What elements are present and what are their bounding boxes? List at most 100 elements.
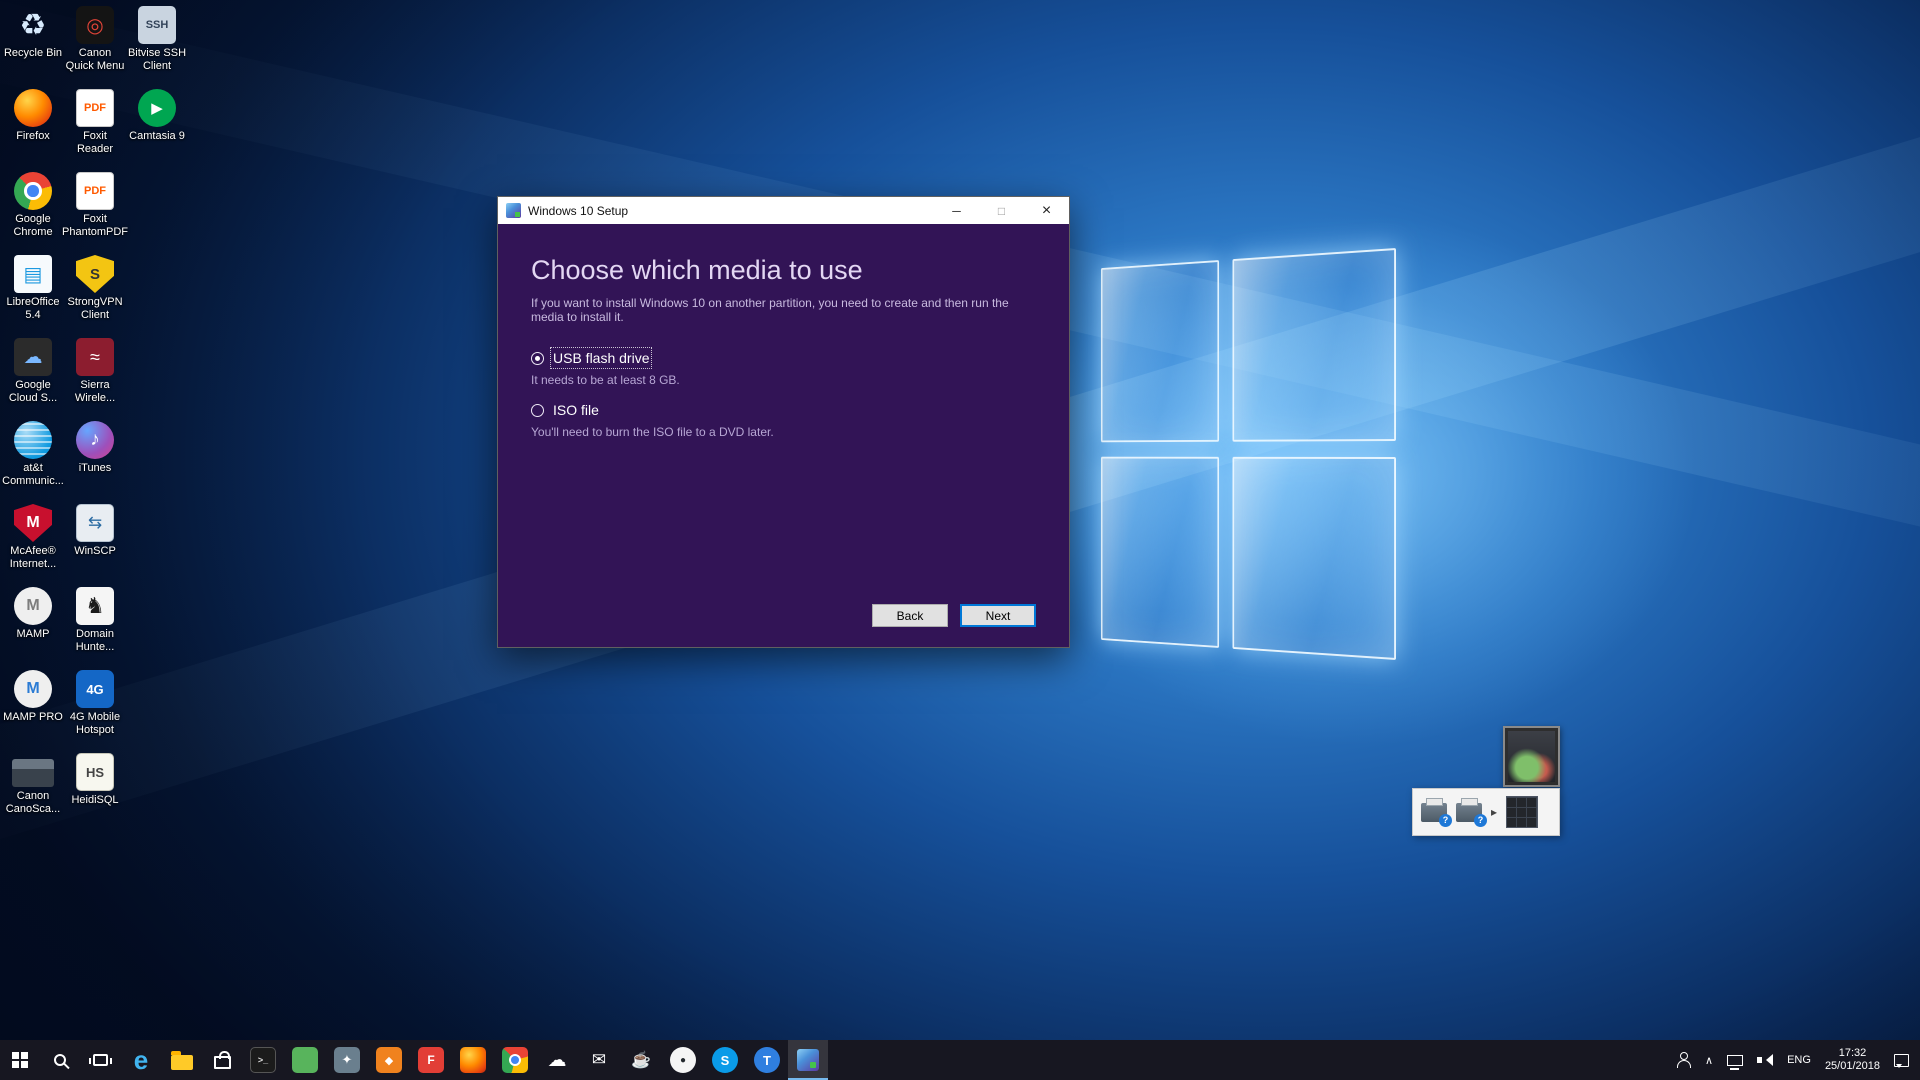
firefox-icon <box>14 89 52 127</box>
taskbar-app-cloud[interactable]: ☁ <box>536 1040 578 1080</box>
icon-label: WinSCP <box>74 545 116 557</box>
usb-radio-button[interactable] <box>531 351 544 365</box>
taskbar-app-edge[interactable]: e <box>120 1040 162 1080</box>
next-button[interactable]: Next <box>960 604 1036 627</box>
icon-label: StrongVPN Client <box>67 296 123 321</box>
maximize-button[interactable]: □ <box>979 197 1024 224</box>
desktop-icon-recycle-bin[interactable]: ♻ Recycle Bin <box>2 6 64 89</box>
desktop-icon-bitvise-ssh[interactable]: SSH Bitvise SSH Client <box>126 6 188 89</box>
sierra-wireless-icon: ≈ <box>76 338 114 376</box>
desktop-icon-google-chrome[interactable]: Google Chrome <box>2 172 64 255</box>
taskbar-app-round[interactable]: ● <box>662 1040 704 1080</box>
icon-label: MAMP <box>16 628 50 640</box>
close-button[interactable]: × <box>1024 197 1069 224</box>
java-app-icon: ☕ <box>631 1052 651 1069</box>
desktop-icon-foxit-reader[interactable]: PDF Foxit Reader <box>64 89 126 172</box>
file-explorer-icon <box>171 1050 193 1070</box>
action-center-button[interactable] <box>1887 1040 1916 1080</box>
canon-quick-menu-icon: ◎ <box>76 6 114 44</box>
desktop-icon-itunes[interactable]: ♪ iTunes <box>64 421 126 504</box>
desktop-icon-domain-hunter[interactable]: ♞ Domain Hunte... <box>64 587 126 670</box>
edge-icon: e <box>133 1044 149 1075</box>
usb-option-label[interactable]: USB flash drive <box>549 347 653 369</box>
taskbar-app-windows-10-setup[interactable] <box>788 1040 828 1080</box>
window-title: Windows 10 Setup <box>528 203 629 218</box>
search-button[interactable] <box>40 1040 80 1080</box>
window-titlebar[interactable]: Windows 10 Setup ─ □ × <box>498 197 1069 224</box>
logo-pane <box>1100 260 1219 443</box>
taskbar-app-utility[interactable]: ✦ <box>326 1040 368 1080</box>
icon-label: Domain Hunte... <box>75 628 115 653</box>
desktop-icon-mamp-pro[interactable]: M MAMP PRO <box>2 670 64 753</box>
start-button[interactable] <box>0 1040 40 1080</box>
desktop-icon-mamp[interactable]: M MAMP <box>2 587 64 670</box>
desktop-icon-mcafee[interactable]: M McAfee® Internet... <box>2 504 64 587</box>
desktop-icon-libreoffice[interactable]: ▤ LibreOffice 5.4 <box>2 255 64 338</box>
taskbar-app-mail[interactable]: ✉ <box>578 1040 620 1080</box>
taskbar: e >_ ✦ ◆ F ☁ ✉ ☕ ● S T ∧ ENG 17:32 25/01… <box>0 1040 1920 1080</box>
printer-device-icon[interactable]: ? <box>1456 797 1487 827</box>
printer-device-icon[interactable]: ? <box>1421 797 1452 827</box>
desktop-icon-camtasia[interactable]: ▶ Camtasia 9 <box>126 89 188 172</box>
store-bag-icon <box>213 1051 231 1069</box>
taskbar-app-skype[interactable]: S <box>704 1040 746 1080</box>
desktop-icon-foxit-phantompdf[interactable]: PDF Foxit PhantomPDF <box>62 172 128 255</box>
taskbar-app-java[interactable]: ☕ <box>620 1040 662 1080</box>
taskbar-app-file-explorer[interactable] <box>162 1040 202 1080</box>
itunes-icon: ♪ <box>76 421 114 459</box>
libreoffice-icon: ▤ <box>14 255 52 293</box>
hidden-icons-button[interactable]: ∧ <box>1698 1040 1720 1080</box>
thumbnail-image <box>1508 731 1555 782</box>
expand-arrow-icon[interactable]: ▸ <box>1491 805 1497 819</box>
desktop-icon-strongvpn[interactable]: S StrongVPN Client <box>64 255 126 338</box>
question-badge: ? <box>1474 813 1487 827</box>
windows-setup-icon <box>797 1049 819 1071</box>
desktop-icon-att-communication[interactable]: at&t Communic... <box>2 421 64 504</box>
usb-flash-drive-option[interactable]: USB flash drive <box>531 347 1036 369</box>
desktop-icon-sierra-wireless[interactable]: ≈ Sierra Wirele... <box>64 338 126 421</box>
taskbar-app-store[interactable] <box>202 1040 242 1080</box>
4g-hotspot-icon: 4G <box>76 670 114 708</box>
desktop-icon-canon-canoscan[interactable]: Canon CanoSca... <box>2 753 64 836</box>
iso-option-note: You'll need to burn the ISO file to a DV… <box>531 425 774 439</box>
taskbar-app-red[interactable]: F <box>410 1040 452 1080</box>
iso-option-label[interactable]: ISO file <box>553 402 599 418</box>
iso-file-option[interactable]: ISO file <box>531 402 1036 418</box>
desktop-icon-4g-hotspot[interactable]: 4G 4G Mobile Hotspot <box>64 670 126 753</box>
language-indicator[interactable]: ENG <box>1780 1040 1818 1080</box>
desktop-icon-canon-quick-menu[interactable]: ◎ Canon Quick Menu <box>64 6 126 89</box>
chrome-icon <box>502 1047 528 1073</box>
desktop-icon-google-cloud[interactable]: ☁ Google Cloud S... <box>2 338 64 421</box>
icon-label: LibreOffice 5.4 <box>6 296 60 321</box>
icon-label: McAfee® Internet... <box>9 545 57 570</box>
taskbar-app-green[interactable] <box>284 1040 326 1080</box>
iso-radio-button[interactable] <box>531 403 544 417</box>
people-button[interactable] <box>1668 1040 1698 1080</box>
icon-label: iTunes <box>78 462 112 474</box>
minimize-button[interactable]: ─ <box>934 197 979 224</box>
logo-pane <box>1100 456 1219 648</box>
device-grid-icon[interactable] <box>1506 796 1539 828</box>
clock[interactable]: 17:32 25/01/2018 <box>1818 1040 1887 1080</box>
windows-10-setup-window: Windows 10 Setup ─ □ × Choose which medi… <box>497 196 1070 648</box>
people-icon <box>1675 1052 1692 1068</box>
desktop-icon-heidisql[interactable]: HS HeidiSQL <box>64 753 126 836</box>
usb-option-note: It needs to be at least 8 GB. <box>531 373 680 387</box>
taskbar-app-blue[interactable]: T <box>746 1040 788 1080</box>
taskbar-app-chrome[interactable] <box>494 1040 536 1080</box>
taskbar-app-command-prompt[interactable]: >_ <box>242 1040 284 1080</box>
volume-button[interactable] <box>1750 1040 1780 1080</box>
back-button[interactable]: Back <box>872 604 948 627</box>
taskbar-app-orange[interactable]: ◆ <box>368 1040 410 1080</box>
preview-thumbnail-window[interactable] <box>1503 726 1560 787</box>
desktop-icon-winscp[interactable]: ⇆ WinSCP <box>64 504 126 587</box>
task-view-button[interactable] <box>80 1040 120 1080</box>
icon-label: Foxit Reader <box>76 130 114 155</box>
window-controls: ─ □ × <box>934 197 1069 224</box>
utility-app-icon: ✦ <box>334 1047 360 1073</box>
dialog-heading: Choose which media to use <box>531 255 863 285</box>
icon-label: Sierra Wirele... <box>74 379 116 404</box>
desktop-icon-firefox[interactable]: Firefox <box>2 89 64 172</box>
network-button[interactable] <box>1720 1040 1750 1080</box>
taskbar-app-firefox[interactable] <box>452 1040 494 1080</box>
